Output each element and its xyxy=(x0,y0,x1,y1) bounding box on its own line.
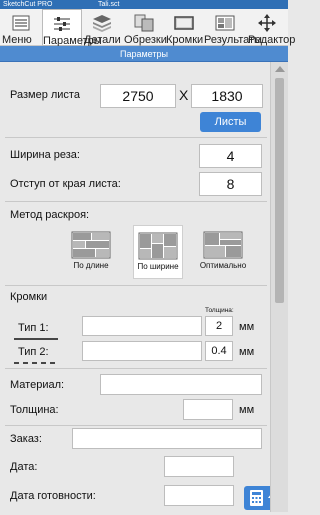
thickness-field[interactable] xyxy=(183,399,233,420)
main-toolbar: Меню Параметры Детали Обрезки Кромки Рез… xyxy=(0,9,295,47)
title-bar: SketchCut PRO Tali.sct xyxy=(0,0,288,9)
toolbar-menu[interactable]: Меню xyxy=(2,9,40,46)
order-label: Заказ: xyxy=(10,433,42,445)
toolbar-edges[interactable]: Кромки xyxy=(166,9,203,46)
edge-thickness-header: Толщина: xyxy=(205,307,234,314)
edge-type1-unit: мм xyxy=(239,321,255,333)
scrollbar-thumb[interactable] xyxy=(275,78,284,303)
cut-by-width-icon xyxy=(138,232,178,260)
method-by-width[interactable]: По ширине xyxy=(133,225,183,279)
margin-label: Отступ от края листа: xyxy=(10,178,121,190)
panel-title: Параметры xyxy=(0,46,288,62)
toolbar-results[interactable]: Результаты xyxy=(204,9,262,46)
scrollbar[interactable] xyxy=(270,62,288,512)
results-icon xyxy=(215,15,235,31)
material-field[interactable] xyxy=(100,374,262,395)
menu-icon xyxy=(12,15,30,31)
edge-type1-thickness-field[interactable]: 2 xyxy=(205,316,233,336)
ready-date-field[interactable] xyxy=(164,485,234,506)
edge-type2-unit: мм xyxy=(239,346,255,358)
cut-method-label: Метод раскроя: xyxy=(10,209,90,221)
sheets-button[interactable]: Листы xyxy=(200,112,261,132)
ready-date-label: Дата готовности: xyxy=(10,490,96,502)
sheet-x-separator: X xyxy=(179,87,189,103)
toolbar-details[interactable]: Детали xyxy=(84,9,121,46)
edge-type1-name-field[interactable] xyxy=(82,316,202,336)
date-field[interactable] xyxy=(164,456,234,477)
file-name: Tali.sct xyxy=(98,1,120,8)
toolbar-editor[interactable]: Редактор xyxy=(248,9,295,46)
method-optimal[interactable]: Оптимально xyxy=(196,225,250,279)
edges-label: Кромки xyxy=(10,291,48,303)
divider xyxy=(5,137,267,138)
kerf-field[interactable]: 4 xyxy=(199,144,262,168)
layers-icon xyxy=(93,15,111,32)
edge-type2-name-field[interactable] xyxy=(82,341,202,361)
divider xyxy=(5,368,267,369)
edge-type2-thickness-field[interactable]: 0.4 xyxy=(205,341,233,361)
cut-by-length-icon xyxy=(71,231,111,259)
divider xyxy=(5,285,267,286)
method-by-length[interactable]: По длине xyxy=(67,225,115,279)
date-label: Дата: xyxy=(10,461,38,473)
cut-optimal-icon xyxy=(203,231,243,259)
sliders-icon xyxy=(54,17,70,31)
sheet-height-field[interactable]: 1830 xyxy=(191,84,263,108)
scroll-up-arrow-icon[interactable] xyxy=(275,66,285,72)
order-field[interactable] xyxy=(72,428,262,449)
offcuts-icon xyxy=(134,14,154,32)
thickness-label: Толщина: xyxy=(10,404,59,416)
app-name: SketchCut PRO xyxy=(3,1,53,8)
toolbar-offcuts[interactable]: Обрезки xyxy=(124,9,167,46)
kerf-label: Ширина реза: xyxy=(10,149,80,161)
divider xyxy=(5,201,267,202)
edge-type1-line-icon xyxy=(14,338,58,340)
edge-type1-label: Тип 1: xyxy=(18,322,49,334)
edge-type2-label: Тип 2: xyxy=(18,346,49,358)
thickness-unit: мм xyxy=(239,404,255,416)
material-label: Материал: xyxy=(10,379,65,391)
divider xyxy=(5,425,267,426)
sheet-size-label: Размер листа xyxy=(10,89,80,101)
sheet-width-field[interactable]: 2750 xyxy=(100,84,176,108)
move-icon xyxy=(258,14,276,32)
edge-type2-dash-icon xyxy=(14,362,58,364)
edge-icon xyxy=(174,16,194,30)
toolbar-parameters[interactable]: Параметры xyxy=(42,9,102,47)
margin-field[interactable]: 8 xyxy=(199,172,262,196)
